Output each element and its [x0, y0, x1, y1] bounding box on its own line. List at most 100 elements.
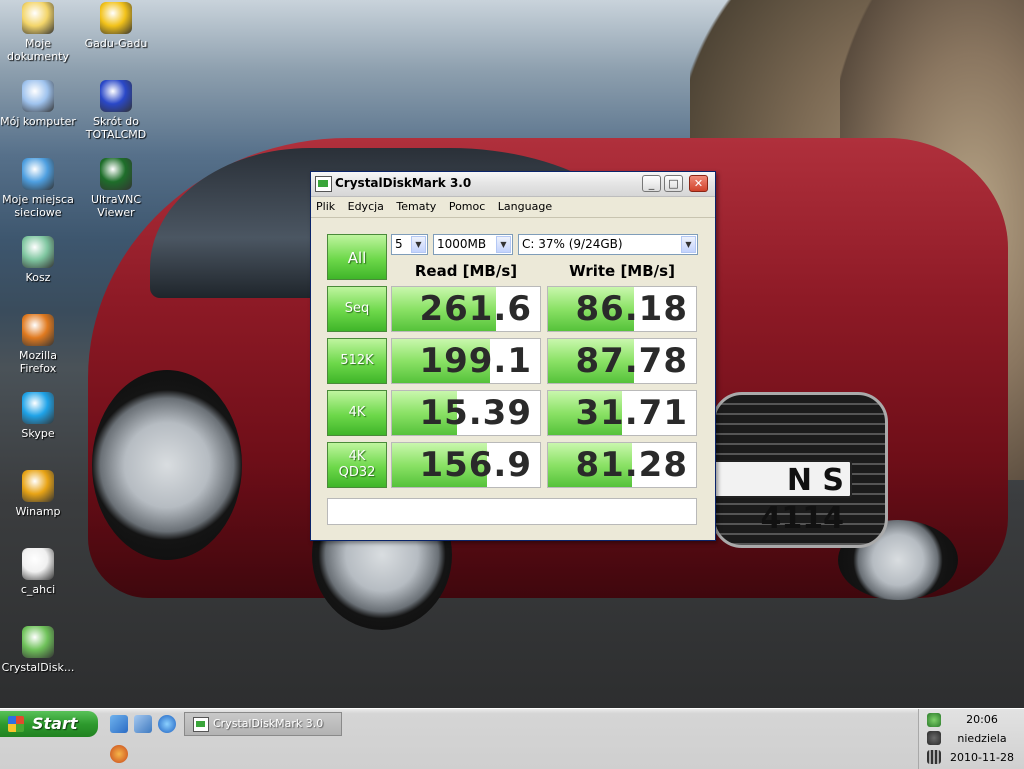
desktop-icon[interactable]: CrystalDisk...: [0, 626, 76, 674]
all-button[interactable]: All: [327, 234, 387, 280]
benchmark-panel: All 5 ▼ 1000MB ▼ C: 37% (9/24GB) ▼ Read …: [327, 232, 699, 528]
desktop-icon-label: Mozilla Firefox: [19, 349, 57, 375]
count-select-value: 5: [395, 237, 403, 251]
system-tray: 20:06 niedziela 2010-11-28: [918, 709, 1024, 769]
wallpaper-wheel-rear: [92, 370, 242, 560]
internet-explorer-icon[interactable]: [158, 715, 176, 733]
desktop-icon-label: Mój komputer: [0, 115, 76, 128]
desktop-icon[interactable]: Winamp: [0, 470, 76, 518]
window-title: CrystalDiskMark 3.0: [335, 176, 472, 190]
explorer-icon[interactable]: [134, 715, 152, 733]
minimize-button[interactable]: _: [642, 175, 661, 192]
desktop-icon-label-line2: sieciowe: [14, 206, 62, 219]
desktop-icon-label: UltraVNC: [90, 193, 142, 206]
size-select[interactable]: 1000MB ▼: [433, 234, 513, 255]
desktop-icon-label-line2: dokumenty: [7, 50, 69, 63]
menu-plik[interactable]: Plik: [311, 197, 339, 213]
menu-language[interactable]: Language: [493, 197, 556, 213]
network-icon[interactable]: [927, 713, 941, 727]
write-result-value: 87.78: [575, 341, 688, 381]
chevron-down-icon[interactable]: ▼: [681, 236, 696, 253]
my-documents-icon: [22, 2, 54, 34]
menu-bar: Plik Edycja Tematy Pomoc Language: [311, 197, 715, 218]
desktop-icon[interactable]: Skrót do TOTALCMD: [78, 80, 154, 141]
app-icon[interactable]: [315, 176, 332, 192]
read-result-value: 156.9: [419, 445, 532, 485]
desktop-icon[interactable]: Kosz: [0, 236, 76, 284]
clock-day: niedziela: [957, 732, 1007, 745]
maximize-button[interactable]: □: [664, 175, 683, 192]
crystaldiskmark-window: CrystalDiskMark 3.0 _ □ ✕ Plik Edycja Te…: [310, 171, 716, 541]
write-result-cell: 86.18: [547, 286, 697, 332]
desktop-icon-label: Skype: [21, 427, 55, 440]
drive-select-value: C: 37% (9/24GB): [522, 237, 623, 251]
write-result-value: 86.18: [575, 289, 688, 329]
row-label-button[interactable]: Seq: [327, 286, 387, 332]
gadu-gadu-icon: [100, 2, 132, 34]
start-button[interactable]: Start: [0, 711, 98, 737]
menu-edycja[interactable]: Edycja: [343, 197, 388, 213]
crystaldisk-icon: [22, 626, 54, 658]
clock-time[interactable]: 20:06: [943, 713, 1021, 726]
write-header: Write [MB/s]: [569, 262, 675, 280]
menu-pomoc[interactable]: Pomoc: [444, 197, 489, 213]
row-label-button[interactable]: 4K: [327, 390, 387, 436]
write-result-cell: 31.71: [547, 390, 697, 436]
taskbar: Start CrystalDiskMark 3.0 20:06 niedziel…: [0, 708, 1024, 769]
row-label-button[interactable]: 512K: [327, 338, 387, 384]
read-result-cell: 156.9: [391, 442, 541, 488]
chevron-down-icon[interactable]: ▼: [496, 236, 511, 253]
skype-icon: [22, 392, 54, 424]
firefox-icon[interactable]: [110, 745, 128, 763]
start-label: Start: [32, 714, 78, 733]
volume-icon[interactable]: [927, 731, 941, 745]
crystaldisk-icon: [193, 717, 209, 732]
read-result-value: 199.1: [419, 341, 532, 381]
drive-select[interactable]: C: 37% (9/24GB) ▼: [518, 234, 698, 255]
signal-icon[interactable]: [927, 750, 941, 764]
count-select[interactable]: 5 ▼: [391, 234, 428, 255]
desktop-icon[interactable]: Mój komputer: [0, 80, 76, 128]
row-label-button[interactable]: 4K QD32: [327, 442, 387, 488]
size-select-value: 1000MB: [437, 237, 487, 251]
desktop-icon[interactable]: c_ahci: [0, 548, 76, 596]
file-icon: [22, 548, 54, 580]
read-header: Read [MB/s]: [414, 262, 518, 280]
task-button-crystaldiskmark[interactable]: CrystalDiskMark 3.0: [184, 712, 342, 736]
read-result-cell: 199.1: [391, 338, 541, 384]
desktop-icon-label: Moje miejsca: [2, 193, 74, 206]
desktop-icon-label: Winamp: [15, 505, 61, 518]
wallpaper-license-plate: N S 4114: [712, 460, 852, 536]
ultravnc-icon: [100, 158, 132, 190]
windows-logo-icon: [8, 716, 24, 732]
totalcmd-icon: [100, 80, 132, 112]
title-bar[interactable]: CrystalDiskMark 3.0 _ □ ✕: [311, 172, 715, 197]
desktop-icon[interactable]: Moje dokumenty: [0, 2, 76, 63]
status-box: [327, 498, 697, 525]
desktop-icon[interactable]: Skype: [0, 392, 76, 440]
write-result-value: 81.28: [575, 445, 688, 485]
desktop-icon-label: Skrót do: [93, 115, 139, 128]
desktop-icon[interactable]: Moje miejsca sieciowe: [0, 158, 76, 219]
task-button-label: CrystalDiskMark 3.0: [213, 717, 324, 730]
read-result-cell: 15.39: [391, 390, 541, 436]
chevron-down-icon[interactable]: ▼: [411, 236, 426, 253]
show-desktop-icon[interactable]: [110, 715, 128, 733]
read-result-cell: 261.6: [391, 286, 541, 332]
desktop-icon[interactable]: Gadu-Gadu: [78, 2, 154, 50]
desktop-icon[interactable]: UltraVNC Viewer: [78, 158, 154, 219]
clock-date: 2010-11-28: [950, 751, 1014, 764]
my-computer-icon: [22, 80, 54, 112]
desktop-icon-label-line2: Viewer: [97, 206, 135, 219]
desktop-icon[interactable]: Mozilla Firefox: [0, 314, 76, 375]
close-button[interactable]: ✕: [689, 175, 708, 192]
network-places-icon: [22, 158, 54, 190]
desktop-icon-label: CrystalDisk...: [1, 661, 75, 674]
desktop-icon-label: c_ahci: [20, 583, 56, 596]
recycle-bin-icon: [22, 236, 54, 268]
menu-tematy[interactable]: Tematy: [391, 197, 440, 213]
desktop-icon-label: Moje: [24, 37, 52, 50]
desktop-icon-label-line2: TOTALCMD: [85, 128, 147, 141]
desktop-icon-label: Kosz: [25, 271, 51, 284]
write-result-cell: 87.78: [547, 338, 697, 384]
